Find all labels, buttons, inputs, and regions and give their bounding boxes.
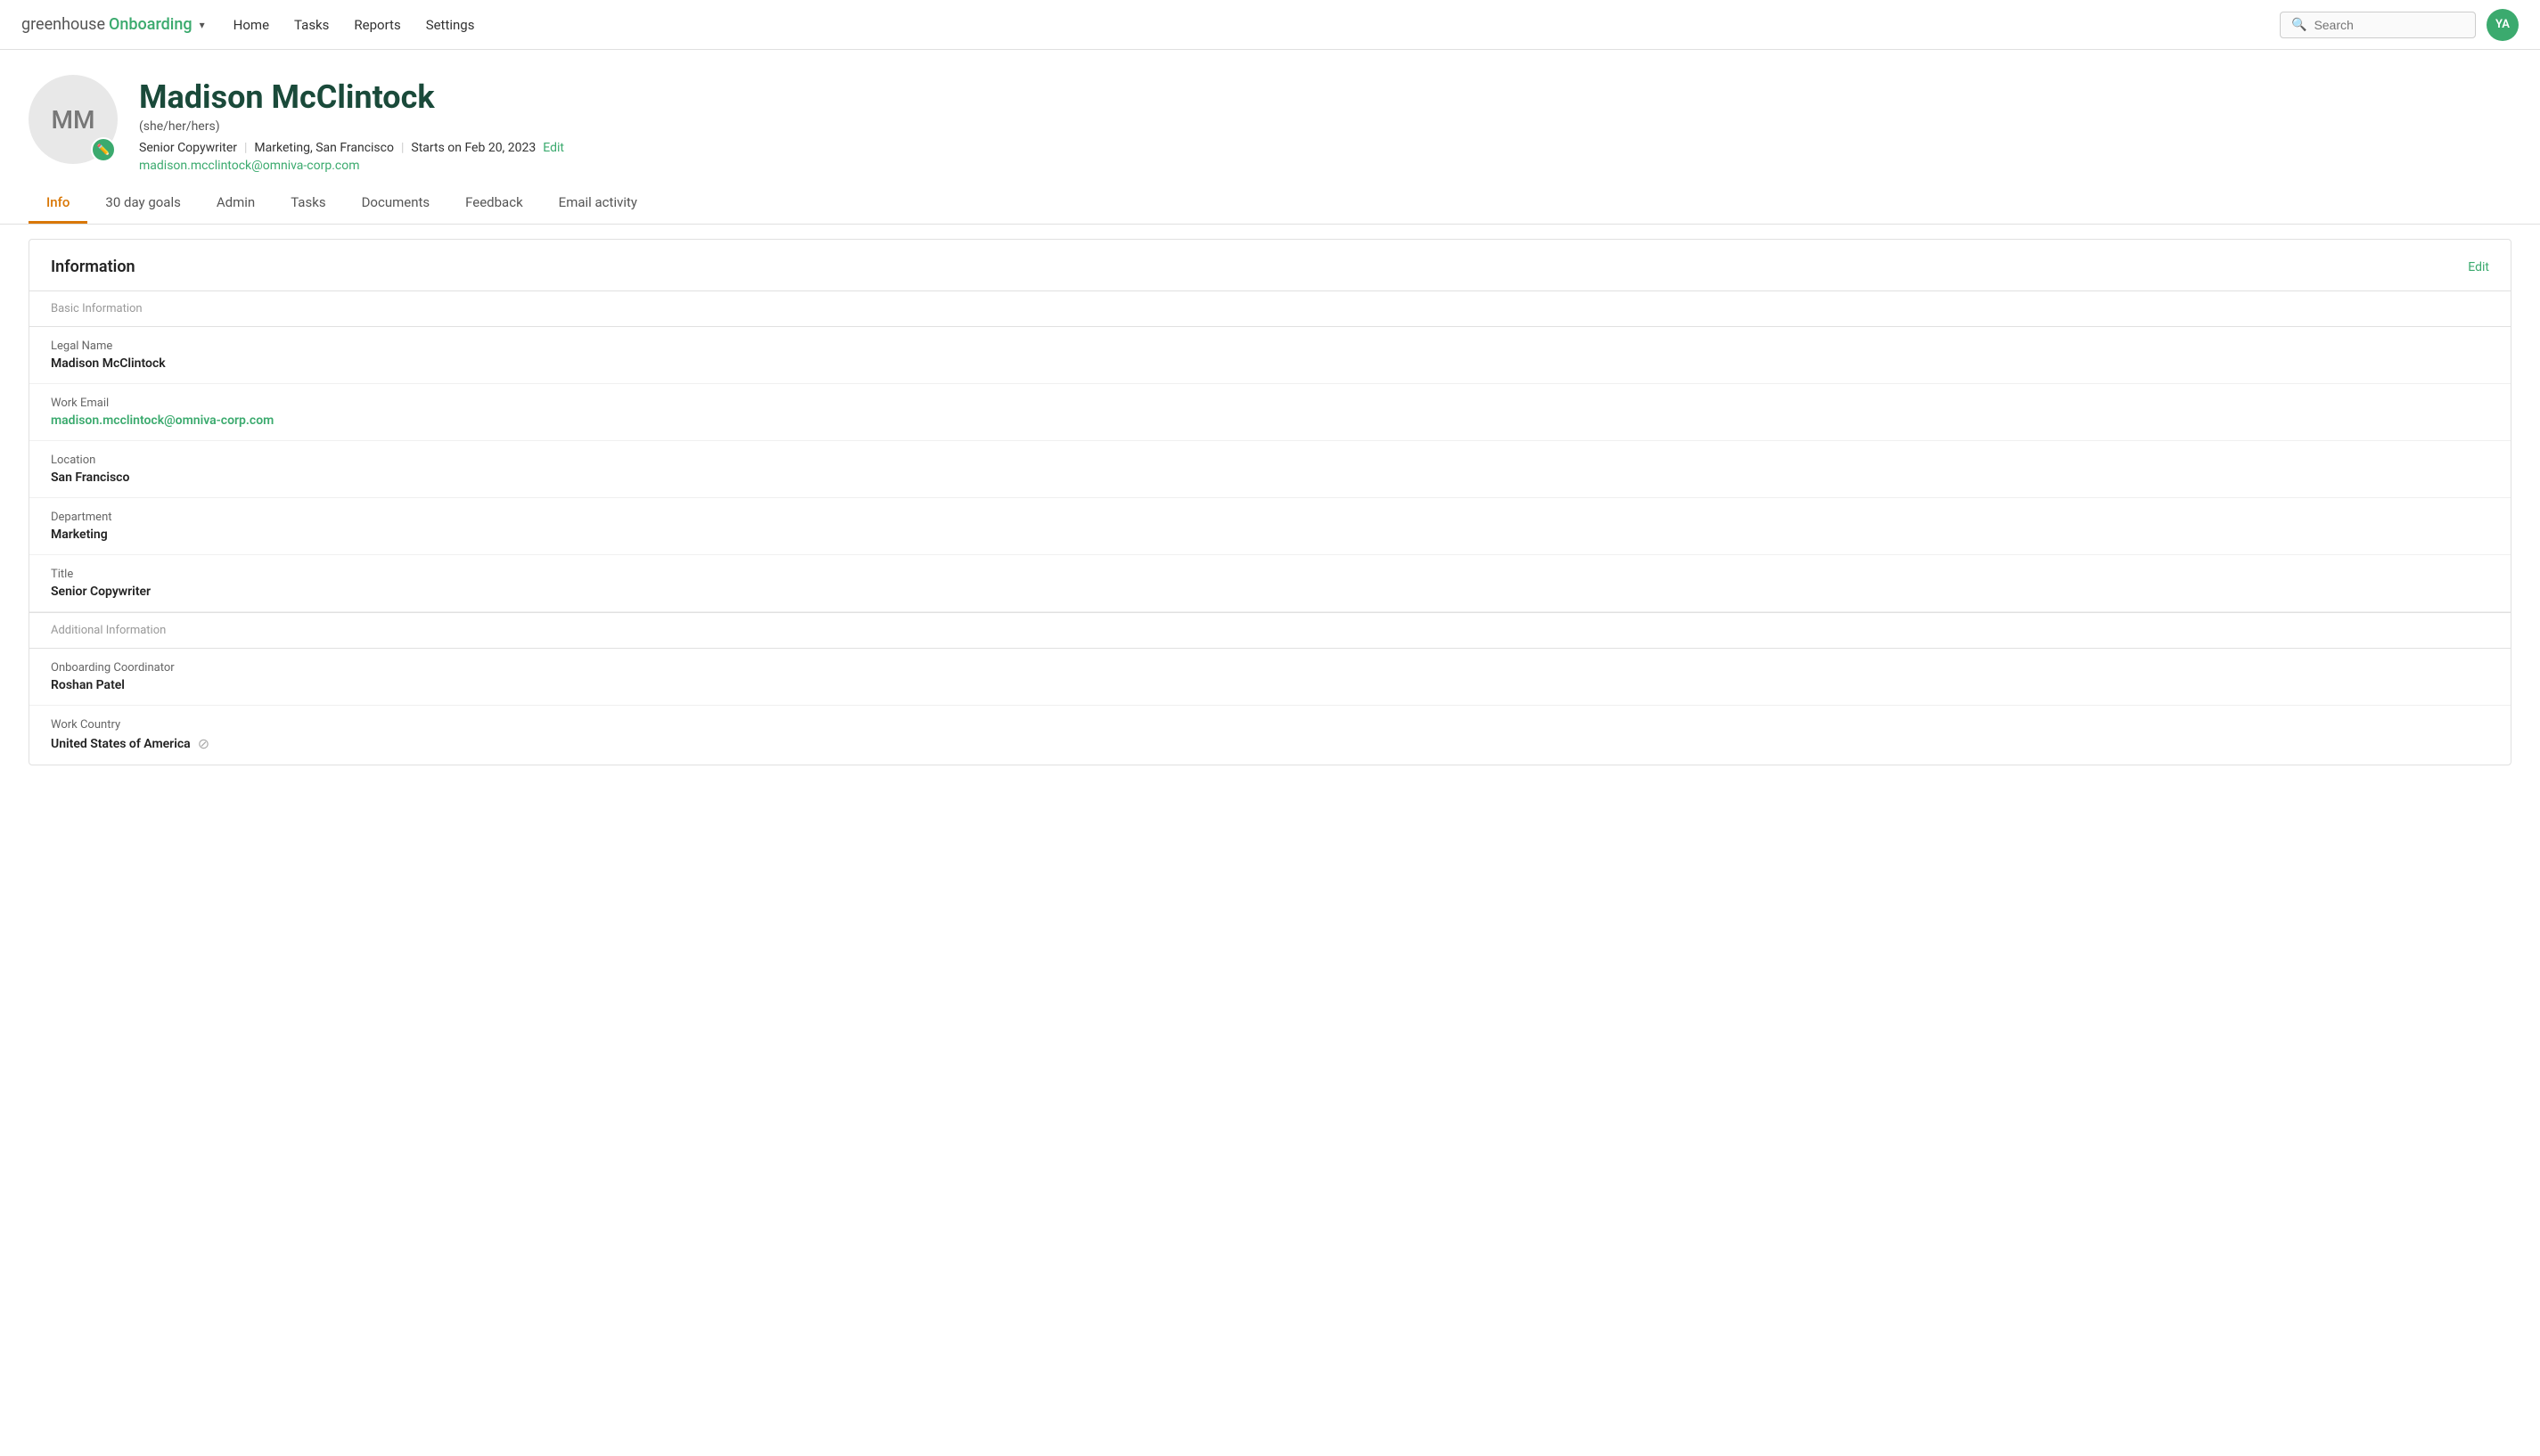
field-label-location: Location xyxy=(51,454,2489,467)
profile-pronouns: (she/her/hers) xyxy=(139,119,2511,134)
nav-links: Home Tasks Reports Settings xyxy=(234,17,475,33)
field-value-work-country: United States of America xyxy=(51,737,191,751)
profile-dept-location: Marketing, San Francisco xyxy=(254,141,394,155)
profile-email[interactable]: madison.mcclintock@omniva-corp.com xyxy=(139,159,359,173)
field-label-legal-name: Legal Name xyxy=(51,339,2489,353)
section-title: Information xyxy=(51,258,135,276)
field-value-department: Marketing xyxy=(51,528,2489,542)
meta-separator-1: | xyxy=(244,141,247,155)
profile-name: Madison McClintock xyxy=(139,78,2511,116)
field-label-department: Department xyxy=(51,511,2489,524)
section-edit-link[interactable]: Edit xyxy=(2468,260,2489,274)
field-value-title: Senior Copywriter xyxy=(51,585,2489,599)
search-input[interactable] xyxy=(2314,18,2456,32)
search-box[interactable]: 🔍 xyxy=(2280,12,2476,38)
brand-onboarding-text: Onboarding xyxy=(109,15,193,34)
field-work-country: Work Country United States of America ⊘ xyxy=(29,706,2511,765)
field-location: Location San Francisco xyxy=(29,441,2511,498)
country-edit-icon[interactable]: ⊘ xyxy=(198,735,209,752)
nav-home[interactable]: Home xyxy=(234,17,269,33)
brand: greenhouse Onboarding ▾ xyxy=(21,15,205,34)
nav-settings[interactable]: Settings xyxy=(426,17,475,33)
tab-feedback[interactable]: Feedback xyxy=(447,184,541,224)
nav-reports[interactable]: Reports xyxy=(354,17,400,33)
field-label-title: Title xyxy=(51,568,2489,581)
profile-meta: Senior Copywriter | Marketing, San Franc… xyxy=(139,141,2511,155)
basic-info-header: Basic Information xyxy=(29,290,2511,327)
field-label-work-email: Work Email xyxy=(51,397,2489,410)
search-icon: 🔍 xyxy=(2291,18,2306,32)
brand-greenhouse-text: greenhouse xyxy=(21,15,105,34)
section-header: Information Edit xyxy=(29,240,2511,290)
profile-start-date: Starts on Feb 20, 2023 xyxy=(411,141,536,155)
field-work-email: Work Email madison.mcclintock@omniva-cor… xyxy=(29,384,2511,441)
field-label-work-country: Work Country xyxy=(51,718,2489,732)
field-legal-name: Legal Name Madison McClintock xyxy=(29,327,2511,384)
nav-tasks[interactable]: Tasks xyxy=(294,17,329,33)
field-value-work-email[interactable]: madison.mcclintock@omniva-corp.com xyxy=(51,413,274,428)
field-value-work-country-container: United States of America ⊘ xyxy=(51,735,2489,752)
tab-tasks[interactable]: Tasks xyxy=(273,184,343,224)
field-department: Department Marketing xyxy=(29,498,2511,555)
meta-separator-2: | xyxy=(401,141,404,155)
tab-info[interactable]: Info xyxy=(29,184,87,224)
field-value-location: San Francisco xyxy=(51,470,2489,485)
profile-header: MM ✏️ Madison McClintock (she/her/hers) … xyxy=(0,50,2540,184)
field-value-legal-name: Madison McClintock xyxy=(51,356,2489,371)
field-label-onboarding-coordinator: Onboarding Coordinator xyxy=(51,661,2489,675)
field-value-onboarding-coordinator: Roshan Patel xyxy=(51,678,2489,692)
tabs-bar: Info 30 day goals Admin Tasks Documents … xyxy=(0,184,2540,225)
navbar: greenhouse Onboarding ▾ Home Tasks Repor… xyxy=(0,0,2540,50)
tab-email-activity[interactable]: Email activity xyxy=(541,184,655,224)
tab-admin[interactable]: Admin xyxy=(199,184,273,224)
field-title: Title Senior Copywriter xyxy=(29,555,2511,612)
tab-documents[interactable]: Documents xyxy=(344,184,448,224)
avatar-edit-button[interactable]: ✏️ xyxy=(91,137,116,162)
brand-caret-icon[interactable]: ▾ xyxy=(200,19,205,31)
user-avatar[interactable]: YA xyxy=(2487,9,2519,41)
avatar-container: MM ✏️ xyxy=(29,75,118,164)
field-onboarding-coordinator: Onboarding Coordinator Roshan Patel xyxy=(29,649,2511,706)
main-content: Information Edit Basic Information Legal… xyxy=(0,239,2540,794)
navbar-right: 🔍 YA xyxy=(2280,9,2519,41)
profile-edit-link[interactable]: Edit xyxy=(543,141,564,155)
information-section: Information Edit Basic Information Legal… xyxy=(29,239,2511,765)
profile-info: Madison McClintock (she/her/hers) Senior… xyxy=(139,75,2511,173)
tab-30day[interactable]: 30 day goals xyxy=(87,184,198,224)
additional-info-header: Additional Information xyxy=(29,612,2511,649)
profile-title: Senior Copywriter xyxy=(139,141,237,155)
